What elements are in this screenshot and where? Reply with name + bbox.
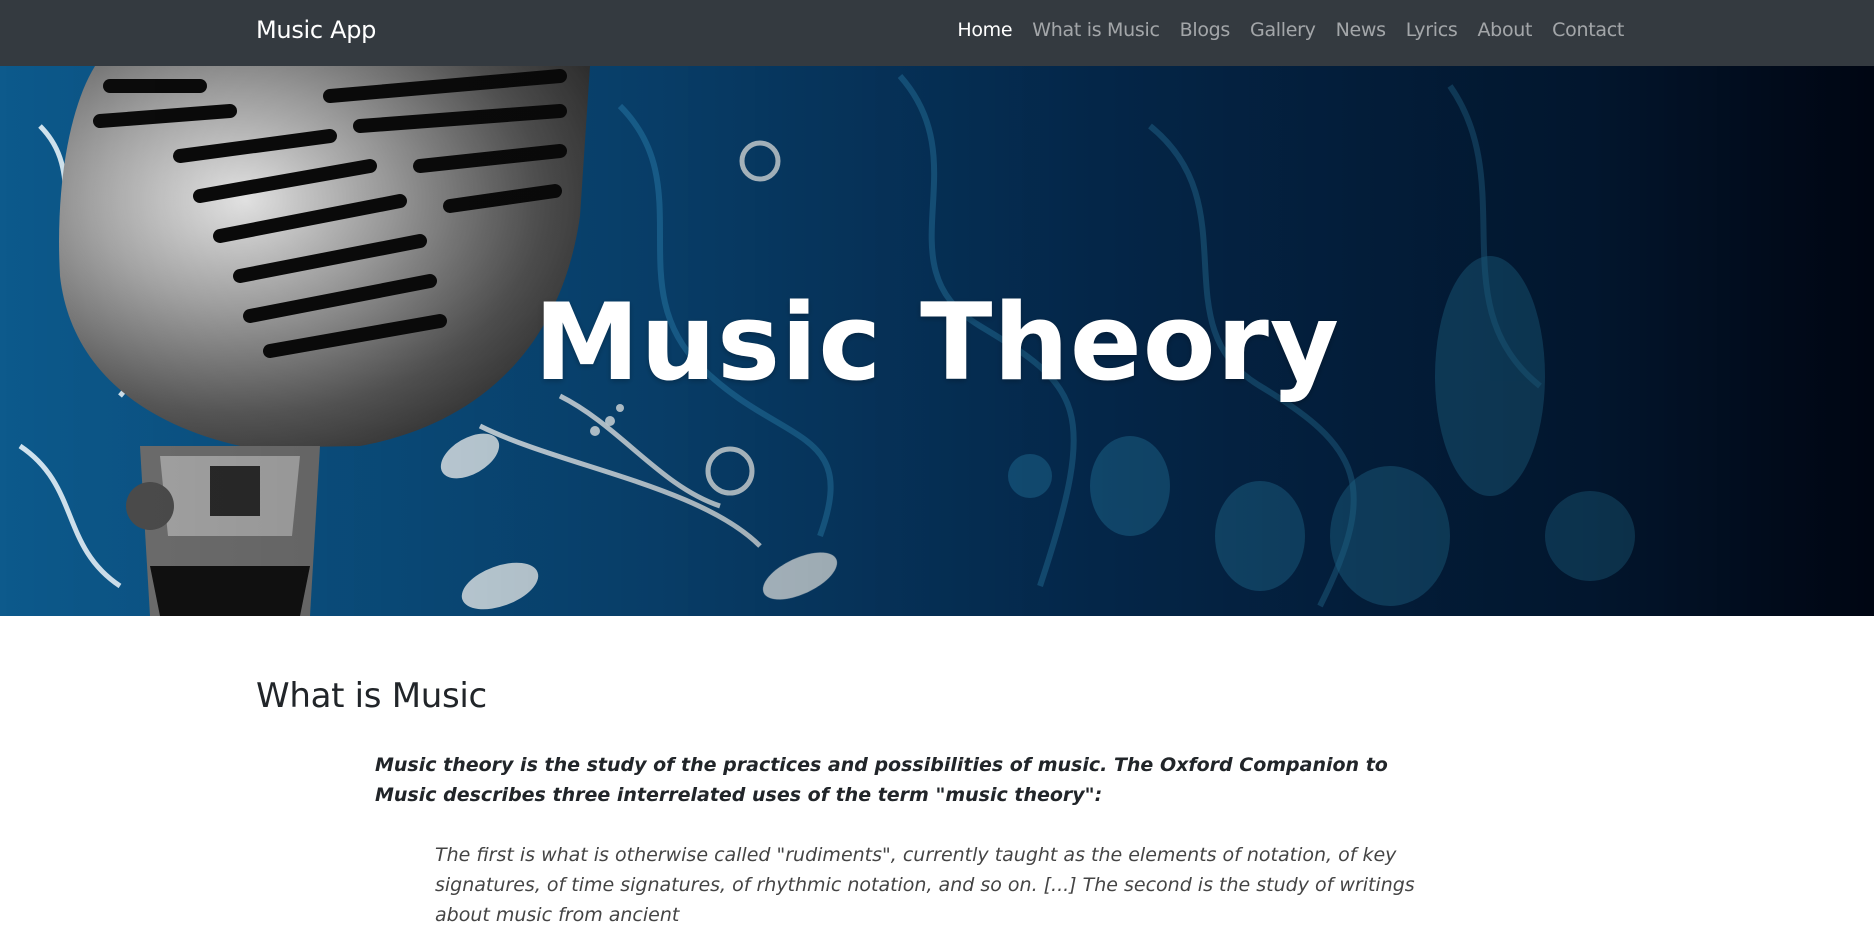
nav-link-contact[interactable]: Contact xyxy=(1542,19,1634,41)
nav-link-home[interactable]: Home xyxy=(947,19,1022,41)
hero-title: Music Theory xyxy=(534,281,1340,404)
top-navbar: Music App Home What is Music Blogs Galle… xyxy=(0,0,1874,66)
definition-quote: The first is what is otherwise called "r… xyxy=(435,844,1415,926)
nav-link-about[interactable]: About xyxy=(1467,19,1542,41)
hero-banner: Music Theory xyxy=(0,66,1874,616)
intro-paragraph: Music theory is the study of the practic… xyxy=(375,754,1388,806)
nav-link-news[interactable]: News xyxy=(1326,19,1396,41)
nav-link-what-is-music[interactable]: What is Music xyxy=(1022,19,1169,41)
main-content: What is Music Music theory is the study … xyxy=(256,676,1436,926)
brand-link[interactable]: Music App xyxy=(256,16,376,44)
nav-link-lyrics[interactable]: Lyrics xyxy=(1396,19,1468,41)
section-heading: What is Music xyxy=(256,676,487,716)
nav-links: Home What is Music Blogs Gallery News Ly… xyxy=(947,19,1634,41)
nav-link-gallery[interactable]: Gallery xyxy=(1240,19,1326,41)
nav-link-blogs[interactable]: Blogs xyxy=(1170,19,1240,41)
